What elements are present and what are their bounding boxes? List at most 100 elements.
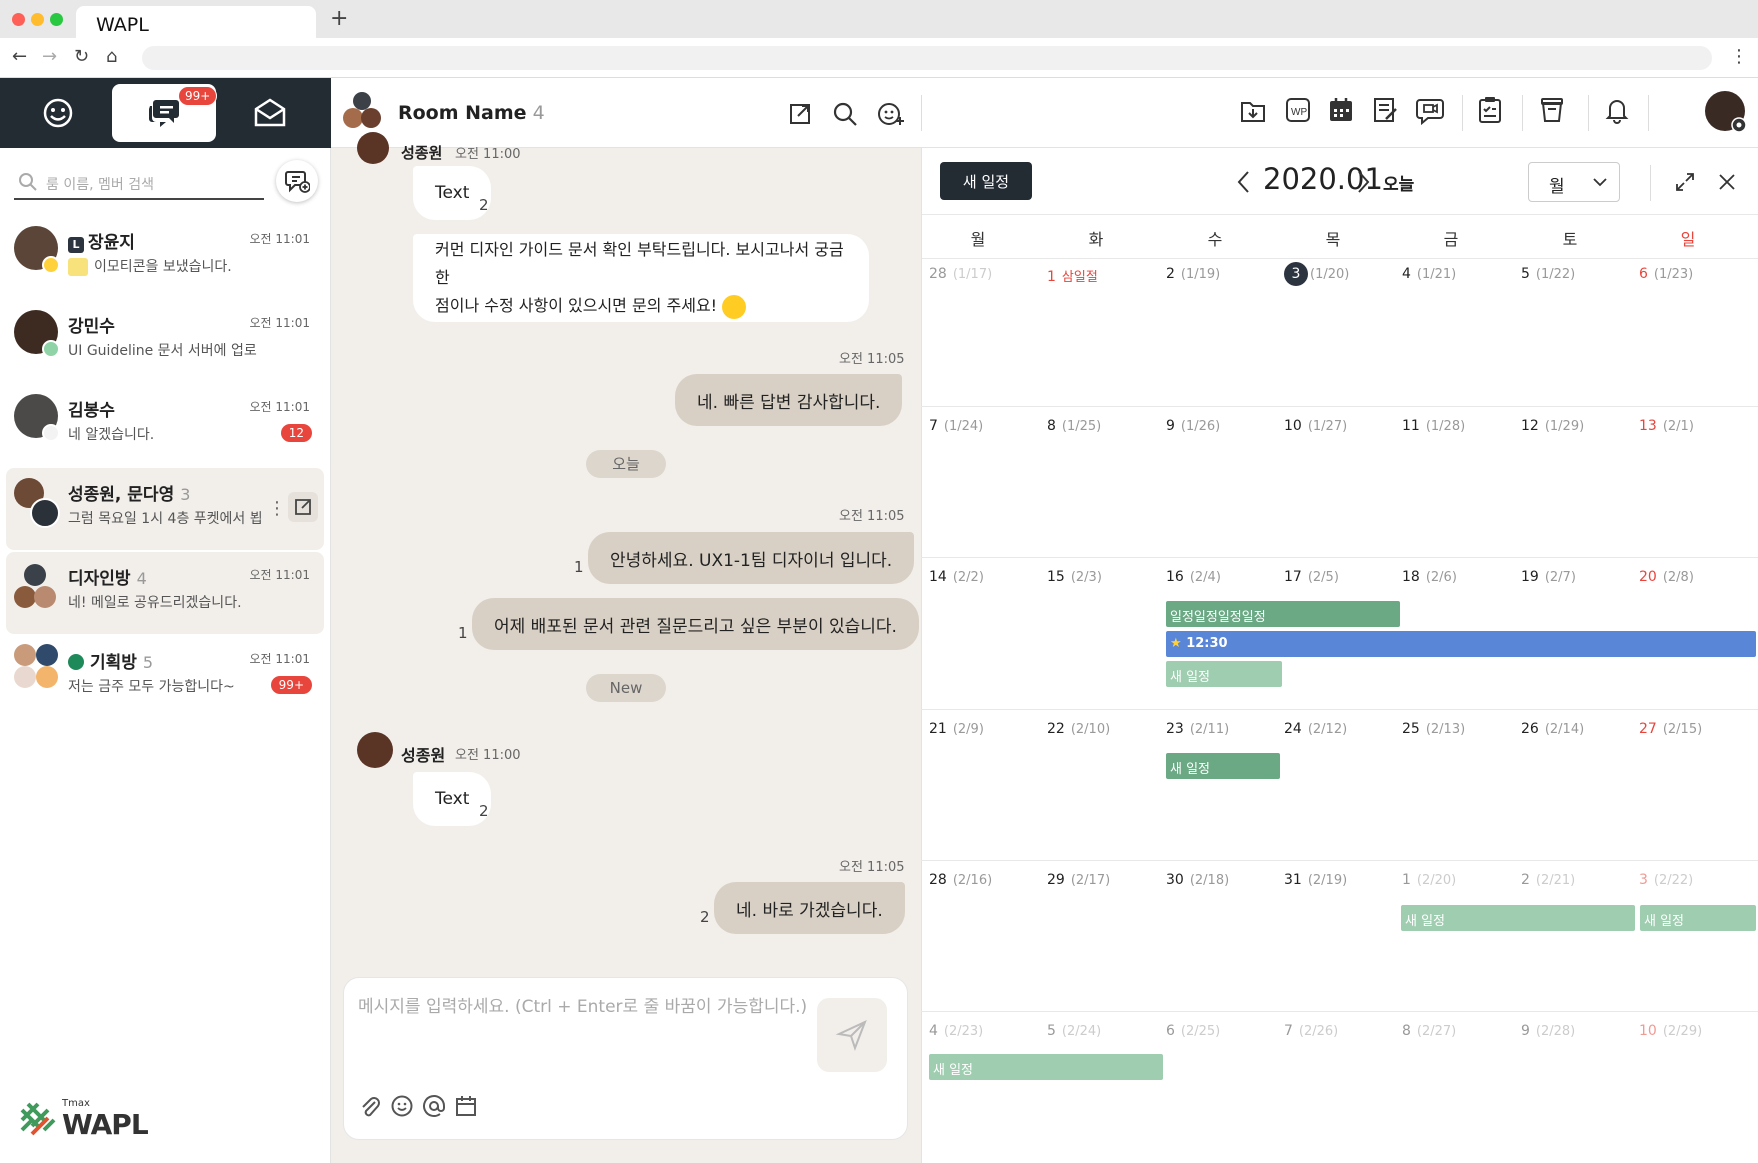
new-event-button[interactable]: 새 일정 [940, 162, 1032, 200]
day-cell[interactable]: 1 (2/20) [1402, 872, 1456, 888]
home-icon[interactable]: ⌂ [106, 46, 117, 67]
day-cell[interactable]: 6 (1/23) [1639, 266, 1693, 282]
popout-chat-icon[interactable] [787, 101, 813, 127]
message-bubble[interactable]: 커먼 디자인 가이드 문서 확인 부탁드립니다. 보시고나서 궁금한 점이나 수… [413, 234, 869, 322]
message-bubble[interactable]: 안녕하세요. UX1-1팀 디자이너 입니다. [588, 532, 915, 584]
emoji-icon[interactable] [390, 1094, 414, 1118]
browser-menu-icon[interactable]: ⋮ [1730, 46, 1748, 67]
message-bubble[interactable]: 네. 빠른 답변 감사합니다. [675, 374, 903, 426]
minimize-window-dot[interactable] [31, 13, 44, 26]
message-bubble[interactable]: 어제 배포된 문서 관련 질문드리고 싶은 부분이 있습니다. [472, 598, 919, 650]
day-cell[interactable]: 17 (2/5) [1284, 569, 1339, 585]
day-cell[interactable]: 5 (2/24) [1047, 1023, 1101, 1039]
day-cell[interactable]: 27 (2/15) [1639, 721, 1702, 737]
day-cell[interactable]: 1 삼일절 [1047, 266, 1098, 285]
close-icon[interactable] [1717, 172, 1737, 192]
day-cell[interactable]: 16 (2/4) [1166, 569, 1221, 585]
settings-gear-icon[interactable] [1730, 116, 1748, 134]
maximize-window-dot[interactable] [50, 13, 63, 26]
forward-icon[interactable]: → [42, 46, 57, 67]
search-icon[interactable] [832, 101, 858, 127]
day-cell[interactable]: 28 (2/16) [929, 872, 992, 888]
day-cell[interactable]: 7 (2/26) [1284, 1023, 1338, 1039]
message-input[interactable]: 메시지를 입력하세요. (Ctrl + Enter로 줄 바꿈이 가능합니다.) [358, 992, 807, 1017]
send-button[interactable] [817, 998, 887, 1072]
close-window-dot[interactable] [12, 13, 25, 26]
calendar-event[interactable]: 일정일정일정일정 [1166, 601, 1400, 627]
url-input[interactable] [142, 46, 1712, 70]
day-cell[interactable]: 7 (1/24) [929, 418, 983, 434]
day-cell[interactable]: 22 (2/10) [1047, 721, 1110, 737]
day-cell[interactable]: 18 (2/6) [1402, 569, 1457, 585]
message-bubble[interactable]: 네. 바로 가겠습니다. [714, 882, 905, 934]
office-icon[interactable]: WP [1283, 95, 1313, 125]
new-tab-button[interactable]: + [330, 6, 348, 31]
day-cell[interactable]: 10 (2/29) [1639, 1023, 1702, 1039]
room-search-input[interactable]: 룸 이름, 멤버 검색 [14, 166, 264, 200]
calendar-event[interactable]: 새 일정 [929, 1054, 1163, 1080]
calendar-event[interactable]: ★ 12:30 [1166, 631, 1756, 657]
room-item[interactable]: 강민수 UI Guideline 문서 서버에 업로 오전 11:01 [6, 300, 324, 382]
calendar-event[interactable]: 새 일정 [1166, 661, 1282, 687]
reload-icon[interactable]: ↻ [74, 46, 89, 67]
day-cell[interactable]: 4 (1/21) [1402, 266, 1456, 282]
day-cell[interactable]: 28 (1/17) [929, 266, 992, 282]
meeting-icon[interactable] [1415, 95, 1445, 125]
day-cell[interactable]: 12 (1/29) [1521, 418, 1584, 434]
day-cell[interactable]: 23 (2/11) [1166, 721, 1229, 737]
room-item[interactable]: 김봉수 네 알겠습니다. 오전 11:01 12 [6, 384, 324, 466]
day-cell[interactable]: 10 (1/27) [1284, 418, 1347, 434]
day-cell[interactable]: 29 (2/17) [1047, 872, 1110, 888]
tab-friends[interactable] [6, 84, 110, 142]
calendar-icon[interactable] [454, 1094, 478, 1118]
notification-bell-icon[interactable] [1602, 95, 1632, 125]
view-select[interactable]: 월 [1528, 162, 1620, 202]
room-item[interactable]: L 장윤지 이모티콘을 보냈습니다. 오전 11:01 [6, 216, 324, 298]
room-more-icon[interactable]: ⋮ [268, 498, 286, 519]
day-cell[interactable]: 5 (1/22) [1521, 266, 1575, 282]
calendar-event[interactable]: 새 일정 [1640, 905, 1756, 931]
storage-icon[interactable] [1537, 95, 1567, 125]
expand-icon[interactable] [1675, 172, 1695, 192]
room-item[interactable]: 디자인방 4 네! 메일로 공유드리겠습니다. 오전 11:01 [6, 552, 324, 634]
room-item[interactable]: 기획방 5 저는 금주 모두 가능합니다~ 오전 11:01 99+ [6, 636, 324, 718]
todo-icon[interactable] [1475, 95, 1505, 125]
day-cell-today[interactable]: 3 (1/20) [1284, 262, 1349, 286]
new-room-button[interactable] [276, 160, 318, 202]
mention-icon[interactable] [422, 1094, 446, 1118]
day-cell[interactable]: 9 (1/26) [1166, 418, 1220, 434]
day-cell[interactable]: 24 (2/12) [1284, 721, 1347, 737]
day-cell[interactable]: 8 (1/25) [1047, 418, 1101, 434]
open-mini-chat-button[interactable] [288, 492, 318, 522]
browser-tab[interactable]: WAPL [76, 6, 316, 38]
day-cell[interactable]: 19 (2/7) [1521, 569, 1576, 585]
day-cell[interactable]: 21 (2/9) [929, 721, 984, 737]
day-cell[interactable]: 14 (2/2) [929, 569, 984, 585]
day-cell[interactable]: 30 (2/18) [1166, 872, 1229, 888]
day-cell[interactable]: 4 (2/23) [929, 1023, 983, 1039]
message-composer[interactable]: 메시지를 입력하세요. (Ctrl + Enter로 줄 바꿈이 가능합니다.) [343, 977, 908, 1140]
calendar-app-icon[interactable] [1326, 95, 1356, 125]
day-cell[interactable]: 25 (2/13) [1402, 721, 1465, 737]
back-icon[interactable]: ← [12, 46, 27, 67]
add-member-icon[interactable] [877, 101, 905, 127]
calendar-event[interactable]: 새 일정 [1401, 905, 1635, 931]
prev-month-icon[interactable] [1236, 170, 1252, 194]
day-cell[interactable]: 3 (2/22) [1639, 872, 1693, 888]
day-cell[interactable]: 6 (2/25) [1166, 1023, 1220, 1039]
next-month-icon[interactable] [1355, 170, 1371, 194]
day-cell[interactable]: 20 (2/8) [1639, 569, 1694, 585]
day-cell[interactable]: 2 (2/21) [1521, 872, 1575, 888]
attach-icon[interactable] [358, 1094, 382, 1120]
note-icon[interactable] [1370, 95, 1400, 125]
drive-icon[interactable] [1238, 95, 1268, 125]
day-cell[interactable]: 31 (2/19) [1284, 872, 1347, 888]
day-cell[interactable]: 9 (2/28) [1521, 1023, 1575, 1039]
tab-mail[interactable] [218, 84, 322, 142]
room-item[interactable]: 성종원, 문다영 3 그럼 목요일 1시 4층 푸켓에서 뵙 ⋮ [6, 468, 324, 550]
day-cell[interactable]: 2 (1/19) [1166, 266, 1220, 282]
day-cell[interactable]: 8 (2/27) [1402, 1023, 1456, 1039]
day-cell[interactable]: 13 (2/1) [1639, 418, 1694, 434]
day-cell[interactable]: 26 (2/14) [1521, 721, 1584, 737]
today-button[interactable]: 오늘 [1383, 170, 1414, 195]
